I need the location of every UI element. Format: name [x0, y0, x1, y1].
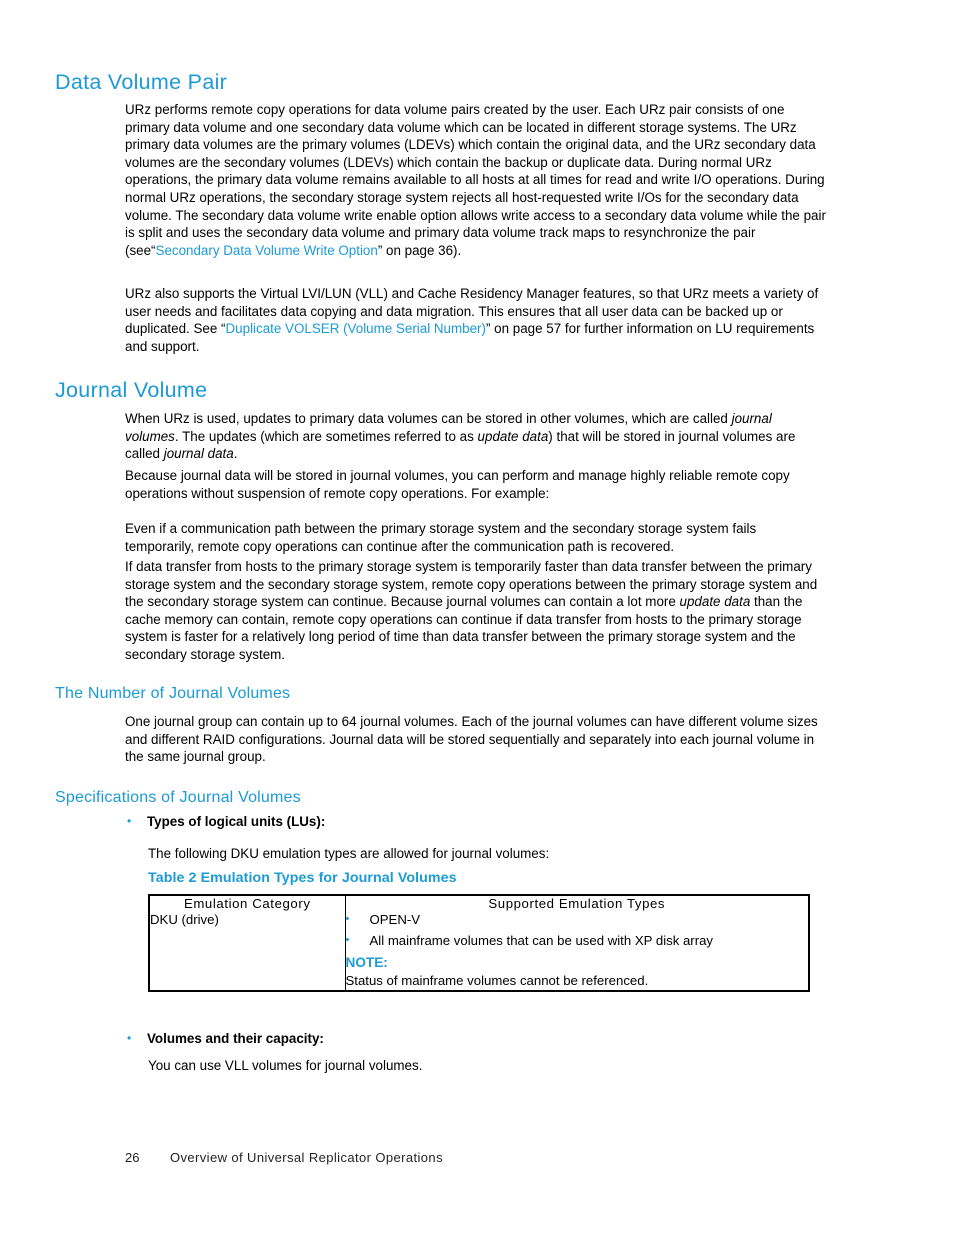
heading-specifications-of-journal-volumes: Specifications of Journal Volumes	[55, 789, 301, 806]
paragraph-journal-volume-4: If data transfer from hosts to the prima…	[125, 558, 825, 664]
paragraph-text: When URz is used, updates to primary dat…	[125, 411, 732, 426]
bullet-item-volumes-and-capacity: • Volumes and their capacity:	[125, 1030, 324, 1048]
supported-types-list: • OPEN-V • All mainframe volumes that ca…	[346, 911, 809, 950]
table-cell-category: DKU (drive)	[150, 911, 346, 991]
paragraph-journal-volume-2: Because journal data will be stored in j…	[125, 468, 790, 501]
paragraph-number-of-journal-volumes: One journal group can contain up to 64 j…	[125, 714, 818, 765]
list-item-label: OPEN-V	[369, 912, 421, 927]
paragraph-text: . The updates (which are sometimes refer…	[174, 428, 478, 444]
paragraph-vll-volumes: You can use VLL volumes for journal volu…	[148, 1058, 423, 1073]
emphasis-update-data: update data	[477, 428, 549, 444]
heading-number-of-journal-volumes: The Number of Journal Volumes	[55, 685, 291, 702]
paragraph-text: URz performs remote copy operations for …	[125, 102, 826, 258]
page-footer: 26 Overview of Universal Replicator Oper…	[125, 1150, 443, 1165]
document-page: Data Volume Pair URz performs remote cop…	[0, 0, 954, 1235]
emphasis-update-data: update data	[679, 594, 751, 610]
footer-title: Overview of Universal Replicator Operati…	[170, 1150, 443, 1165]
heading-journal-volume: Journal Volume	[55, 378, 208, 402]
bullet-icon: •	[127, 814, 132, 828]
note-text: Status of mainframe volumes cannot be re…	[345, 973, 649, 989]
emulation-types-table: Emulation Category Supported Emulation T…	[148, 894, 810, 993]
bullet-icon: •	[345, 933, 350, 946]
paragraph-dku-emulation-intro: The following DKU emulation types are al…	[148, 846, 550, 861]
table-caption: Table 2 Emulation Types for Journal Volu…	[148, 870, 457, 886]
paragraph-text-tail: ” on page 36).	[377, 242, 462, 258]
paragraph-journal-volume-3: Even if a communication path between the…	[125, 521, 757, 554]
list-item: • All mainframe volumes that can be used…	[346, 932, 809, 950]
heading-data-volume-pair: Data Volume Pair	[55, 70, 228, 94]
note-label: NOTE:	[345, 954, 388, 970]
paragraph-data-volume-pair-2: URz also supports the Virtual LVI/LUN (V…	[125, 285, 837, 355]
table-header-emulation-category: Emulation Category	[150, 896, 346, 911]
link-secondary-data-volume-write-option[interactable]: Secondary Data Volume Write Option	[156, 243, 378, 258]
table-row: DKU (drive) • OPEN-V • All mainframe vol…	[150, 911, 808, 991]
paragraph-journal-volume-1: When URz is used, updates to primary dat…	[125, 410, 825, 463]
page-number: 26	[125, 1150, 140, 1165]
emphasis-journal-data: journal data	[163, 446, 234, 462]
table-header-supported-emulation-types: Supported Emulation Types	[488, 896, 666, 911]
link-duplicate-volser[interactable]: Duplicate VOLSER (Volume Serial Number)	[226, 321, 486, 336]
table-cell-supported-types: • OPEN-V • All mainframe volumes that ca…	[345, 911, 808, 990]
table-header-row: Emulation Category Supported Emulation T…	[150, 896, 808, 911]
bullet-label: Types of logical units (LUs):	[147, 814, 326, 829]
bullet-icon: •	[345, 913, 350, 925]
bullet-icon: •	[127, 1031, 132, 1045]
paragraph-data-volume-pair-1: URz performs remote copy operations for …	[125, 101, 831, 259]
bullet-item-types-of-logical-units: • Types of logical units (LUs):	[125, 813, 325, 831]
list-item: • OPEN-V	[346, 911, 809, 929]
paragraph-text: .	[233, 446, 238, 462]
bullet-label: Volumes and their capacity:	[147, 1031, 324, 1046]
list-item-label: All mainframe volumes that can be used w…	[369, 932, 714, 948]
